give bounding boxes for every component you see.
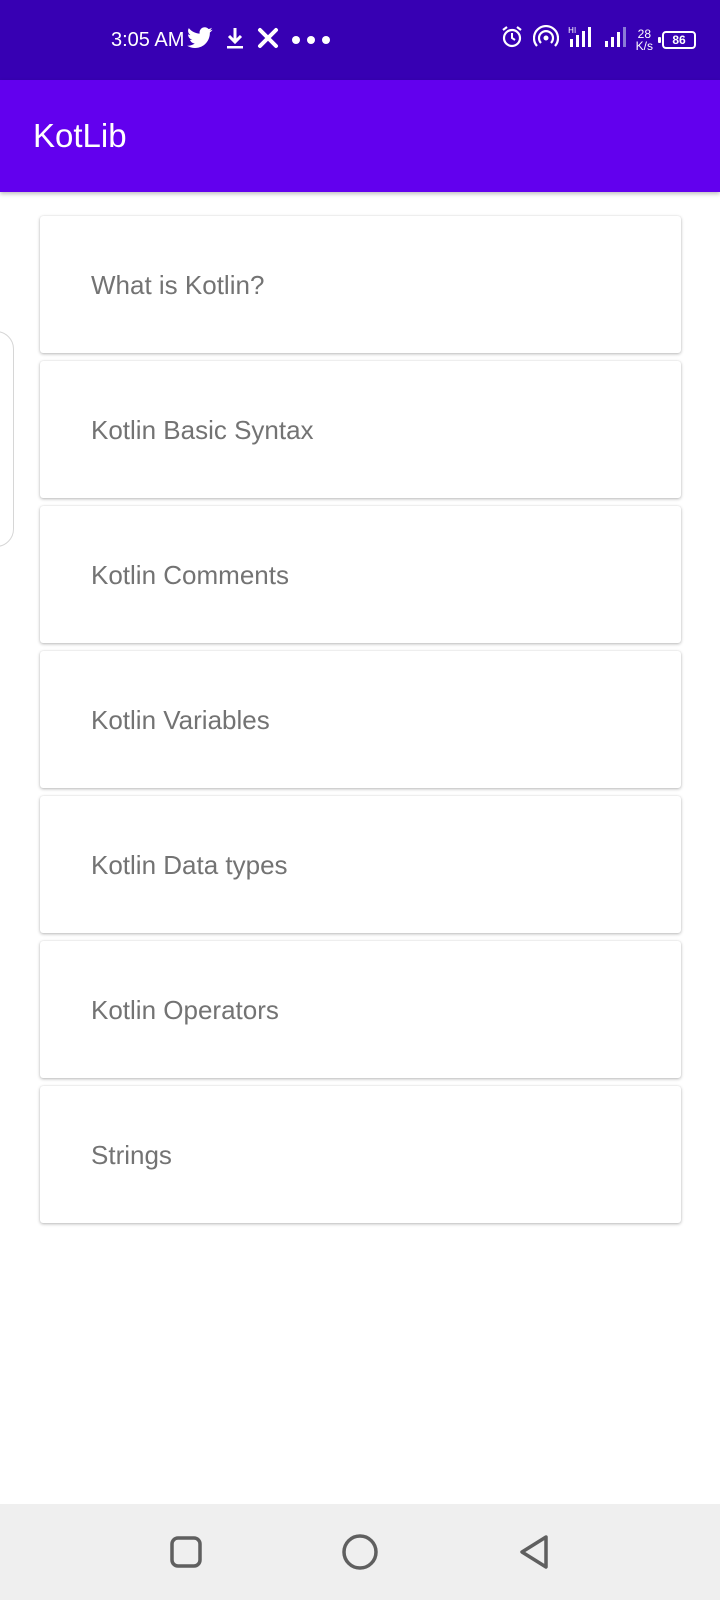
home-button[interactable] (336, 1528, 384, 1576)
hotspot-icon (532, 24, 559, 54)
alarm-icon (500, 25, 524, 54)
topic-label: Kotlin Variables (91, 704, 270, 735)
volte-signal-icon: Hl (568, 25, 594, 54)
download-icon (225, 26, 245, 55)
topic-label: Kotlin Basic Syntax (91, 414, 314, 445)
topic-card-strings[interactable]: Strings (40, 1086, 681, 1223)
twitter-icon (187, 27, 213, 54)
topic-list: What is Kotlin? Kotlin Basic Syntax Kotl… (40, 216, 681, 1231)
topic-label: Strings (91, 1139, 172, 1170)
topic-card-operators[interactable]: Kotlin Operators (40, 941, 681, 1078)
navigation-bar (0, 1504, 720, 1600)
battery-icon: 86 (658, 30, 696, 49)
topic-label: Kotlin Comments (91, 559, 289, 590)
svg-text:Hl: Hl (568, 26, 576, 35)
net-speed-unit: K/s (635, 38, 653, 53)
back-button[interactable] (510, 1528, 558, 1576)
edge-panel-handle[interactable] (0, 331, 14, 547)
topic-card-data-types[interactable]: Kotlin Data types (40, 796, 681, 933)
status-bar: 3:05 AM Hl 28 K/s 86 (0, 0, 720, 80)
topic-label: Kotlin Data types (91, 849, 288, 880)
back-icon (520, 1535, 548, 1569)
notification-icons (187, 26, 331, 55)
signal-icon (603, 25, 627, 54)
topic-card-basic-syntax[interactable]: Kotlin Basic Syntax (40, 361, 681, 498)
app-bar: KotLib (0, 80, 720, 192)
recents-button[interactable] (162, 1528, 210, 1576)
topic-card-comments[interactable]: Kotlin Comments (40, 506, 681, 643)
more-dots-icon (291, 32, 331, 50)
system-icons: Hl 28 K/s 86 (500, 24, 696, 54)
x-icon (257, 27, 279, 54)
topic-label: Kotlin Operators (91, 994, 279, 1025)
status-time: 3:05 AM (111, 29, 185, 51)
app-title: KotLib (33, 117, 127, 154)
net-speed-value: 28 (637, 26, 651, 41)
battery-level: 86 (672, 32, 686, 47)
recents-icon (170, 1536, 202, 1568)
net-speed: 28 K/s (636, 28, 653, 52)
topic-label: What is Kotlin? (91, 269, 265, 300)
topic-card-variables[interactable]: Kotlin Variables (40, 651, 681, 788)
home-icon (342, 1534, 378, 1570)
topic-card-what-is-kotlin[interactable]: What is Kotlin? (40, 216, 681, 353)
